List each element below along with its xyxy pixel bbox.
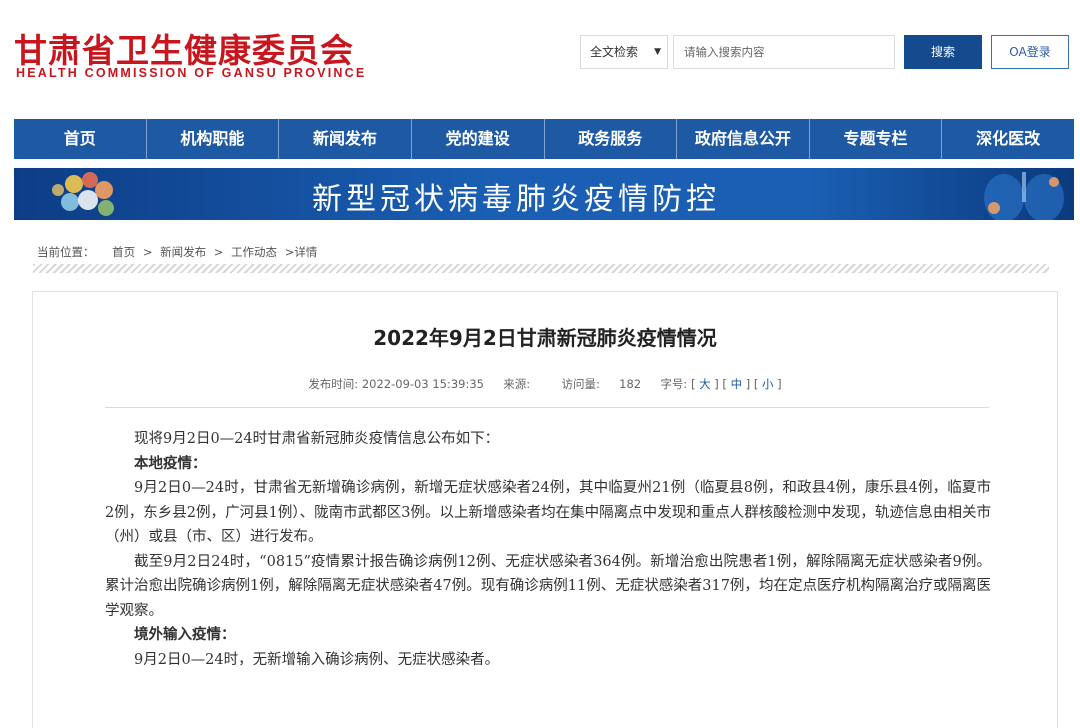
section-heading-imported: 境外输入疫情：: [134, 626, 236, 643]
publish-time: 2022-09-03 15:39:35: [361, 377, 484, 391]
nav-item-party[interactable]: 党的建设: [412, 119, 545, 159]
search-scope-value: 全文检索: [590, 45, 639, 59]
breadcrumb: 当前位置： 首页 > 新闻发布 > 工作动态 >详情: [37, 244, 321, 260]
oa-login-button[interactable]: OA登录: [991, 35, 1069, 69]
breadcrumb-work-link[interactable]: 工作动态: [231, 245, 277, 259]
banner-title: 新型冠状病毒肺炎疫情防控: [312, 182, 720, 217]
breadcrumb-label: 当前位置：: [37, 245, 95, 259]
article-paragraph: 现将9月2日0—24时甘肃省新冠肺炎疫情信息公布如下：: [134, 431, 500, 447]
site-header: 甘肃省卫生健康委员会 HEALTH COMMISSION OF GANSU PR…: [0, 0, 1080, 110]
font-size-small-link[interactable]: 小: [762, 377, 774, 391]
section-heading-local: 本地疫情：: [134, 454, 207, 472]
search-scope-select[interactable]: 全文检索 ▼: [580, 35, 668, 69]
nav-item-news[interactable]: 新闻发布: [279, 119, 412, 159]
article-meta: 发布时间: 2022-09-03 15:39:35 来源: 访问量: 182 字…: [33, 376, 1057, 392]
breadcrumb-news-link[interactable]: 新闻发布: [160, 245, 206, 259]
article-paragraph: 9月2日0—24时，甘肃省无新增确诊病例，新增无症状感染者24例，其中临夏州21…: [105, 480, 991, 545]
search-input-placeholder: 请输入搜索内容: [684, 45, 765, 59]
font-size-controls: [ 大 ] [ 中 ] [ 小 ]: [690, 377, 782, 391]
nav-item-reform[interactable]: 深化医改: [942, 119, 1074, 159]
chevron-down-icon: ▼: [654, 47, 661, 57]
breadcrumb-separator: >: [142, 245, 153, 259]
nav-item-services[interactable]: 政务服务: [545, 119, 678, 159]
article-panel: 2022年9月2日甘肃新冠肺炎疫情情况 发布时间: 2022-09-03 15:…: [32, 291, 1058, 728]
medicine-cluster-icon: [52, 172, 114, 216]
main-nav: 首页 机构职能 新闻发布 党的建设 政务服务 政府信息公开 专题专栏 深化医改: [14, 119, 1074, 159]
publish-time-label: 发布时间:: [308, 377, 359, 391]
breadcrumb-home-link[interactable]: 首页: [112, 245, 135, 259]
nav-item-topics[interactable]: 专题专栏: [810, 119, 943, 159]
search-input[interactable]: 请输入搜索内容: [673, 35, 895, 69]
site-logo-chinese[interactable]: 甘肃省卫生健康委员会: [14, 24, 354, 72]
nav-item-functions[interactable]: 机构职能: [147, 119, 280, 159]
font-size-medium-link[interactable]: 中: [731, 377, 743, 391]
article-paragraph: 截至9月2日24时，“0815”疫情累计报告确诊病例12例、无症状感染者364例…: [105, 553, 991, 619]
article-divider: [105, 407, 989, 408]
views-count: 182: [619, 377, 642, 391]
breadcrumb-separator: >: [213, 245, 224, 259]
nav-item-info-disclosure[interactable]: 政府信息公开: [677, 119, 810, 159]
nav-item-home[interactable]: 首页: [14, 119, 147, 159]
article-title: 2022年9月2日甘肃新冠肺炎疫情情况: [373, 326, 717, 350]
font-size-large-link[interactable]: 大: [699, 377, 711, 391]
search-button[interactable]: 搜索: [904, 35, 982, 69]
lungs-icon: [984, 172, 1064, 220]
font-size-label: 字号:: [660, 377, 688, 391]
epidemic-banner[interactable]: 新型冠状病毒肺炎疫情防控: [14, 168, 1074, 220]
source-label: 来源:: [503, 377, 531, 391]
article-paragraph: 9月2日0—24时，无新增输入确诊病例、无症状感染者。: [134, 651, 500, 668]
breadcrumb-divider: [33, 264, 1049, 273]
views-label: 访问量:: [561, 377, 600, 391]
breadcrumb-current: >详情: [284, 245, 318, 259]
site-logo-english: HEALTH COMMISSION OF GANSU PROVINCE: [16, 66, 367, 80]
article-body: 现将9月2日0—24时甘肃省新冠肺炎疫情信息公布如下： 本地疫情： 9月2日0—…: [105, 427, 991, 672]
